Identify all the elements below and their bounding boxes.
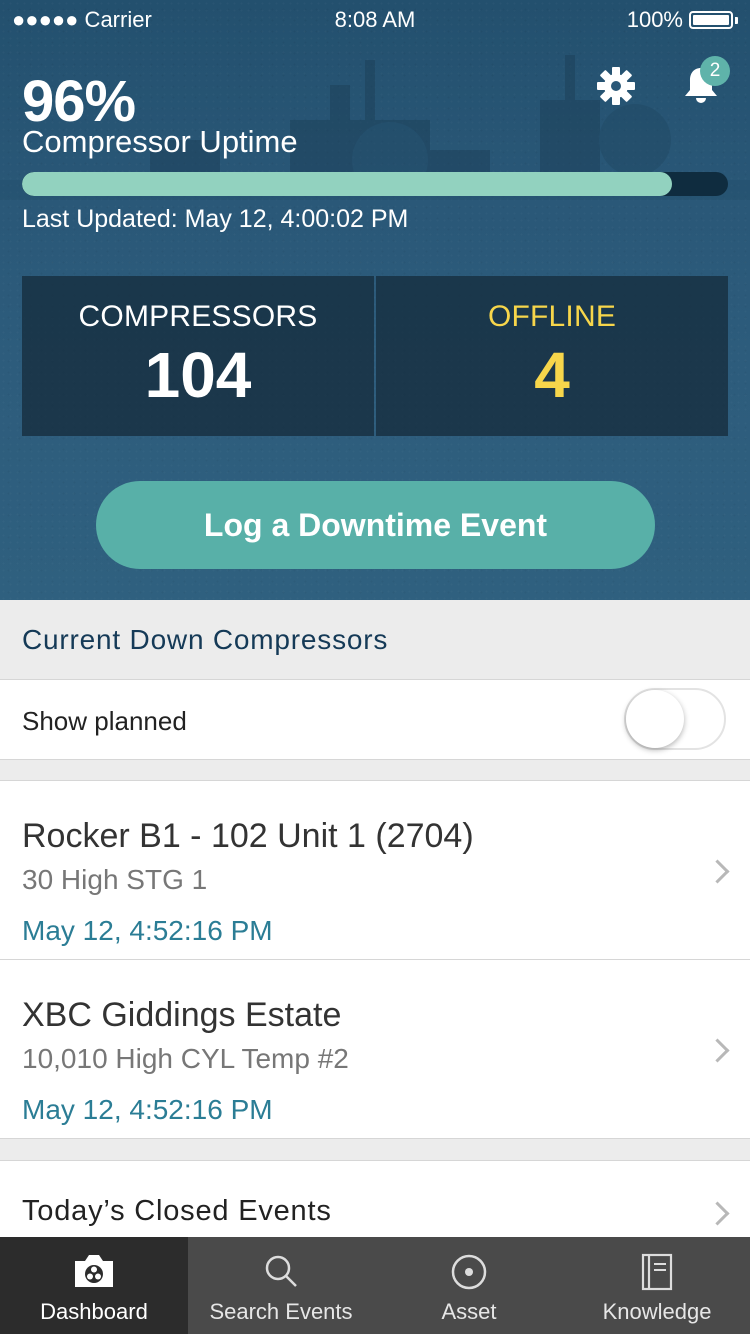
item-title: XBC Giddings Estate <box>22 996 342 1034</box>
item-title: Rocker B1 - 102 Unit 1 (2704) <box>22 817 474 855</box>
tab-dashboard[interactable]: Dashboard <box>0 1237 188 1334</box>
offline-label: OFFLINE <box>487 300 617 333</box>
tab-label: Knowledge <box>602 1299 712 1324</box>
search-icon <box>265 1255 297 1287</box>
gear-icon[interactable] <box>596 66 636 106</box>
last-updated-text: Last Updated: May 12, 4:00:02 PM <box>22 205 409 233</box>
stats-panel: COMPRESSORS 104 OFFLINE 4 <box>22 276 728 436</box>
tab-label: Dashboard <box>40 1299 148 1324</box>
log-downtime-event-button[interactable]: Log a Downtime Event <box>96 481 655 569</box>
offline-stat[interactable]: OFFLINE 4 <box>376 276 728 436</box>
item-subtitle: 10,010 High CYL Temp #2 <box>22 1043 349 1074</box>
section-header-current-down: Current Down Compressors <box>0 600 750 680</box>
battery-indicator: 100% <box>627 7 738 33</box>
item-date: May 12, 4:52:16 PM <box>22 915 273 946</box>
closed-events-row[interactable]: Today’s Closed Events <box>0 1160 750 1237</box>
show-planned-toggle[interactable] <box>624 688 726 750</box>
item-date: May 12, 4:52:16 PM <box>22 1094 273 1125</box>
chevron-right-icon <box>705 1201 730 1226</box>
knowledge-book-icon <box>641 1253 673 1291</box>
down-compressors-list: Rocker B1 - 102 Unit 1 (2704) 30 High ST… <box>0 780 750 1139</box>
dashboard-hero: ●●●●● Carrier 8:08 AM 100% 96% Compresso… <box>0 0 750 600</box>
uptime-label: Compressor Uptime <box>22 124 298 159</box>
section-title: Current Down Compressors <box>22 624 389 655</box>
closed-events-label: Today’s Closed Events <box>22 1195 332 1227</box>
chevron-right-icon <box>705 859 730 884</box>
battery-percent: 100% <box>626 7 683 32</box>
tab-bar: Dashboard Search Events Asset Knowledge <box>0 1237 750 1334</box>
dashboard-camera-icon <box>75 1255 113 1287</box>
tab-label: Search Events <box>209 1299 353 1324</box>
status-bar: ●●●●● Carrier 8:08 AM 100% <box>0 0 750 40</box>
notification-badge: 2 <box>700 56 730 86</box>
item-subtitle: 30 High STG 1 <box>22 864 208 895</box>
compressors-label: COMPRESSORS <box>78 300 318 333</box>
show-planned-label: Show planned <box>22 706 187 736</box>
list-item[interactable]: Rocker B1 - 102 Unit 1 (2704) 30 High ST… <box>0 781 750 960</box>
compressors-count: 104 <box>144 339 252 411</box>
asset-target-icon <box>451 1254 487 1290</box>
battery-icon <box>689 11 733 29</box>
tab-label: Asset <box>441 1299 497 1324</box>
list-item[interactable]: XBC Giddings Estate 10,010 High CYL Temp… <box>0 960 750 1139</box>
tab-asset[interactable]: Asset <box>374 1237 564 1334</box>
tab-search-events[interactable]: Search Events <box>188 1237 374 1334</box>
uptime-progress-fill <box>22 172 672 196</box>
compressors-stat[interactable]: COMPRESSORS 104 <box>22 276 374 436</box>
uptime-progress-bar <box>22 172 728 196</box>
tab-knowledge[interactable]: Knowledge <box>564 1237 750 1334</box>
offline-count: 4 <box>534 339 570 411</box>
chevron-right-icon <box>705 1038 730 1063</box>
toggle-knob <box>626 690 684 748</box>
